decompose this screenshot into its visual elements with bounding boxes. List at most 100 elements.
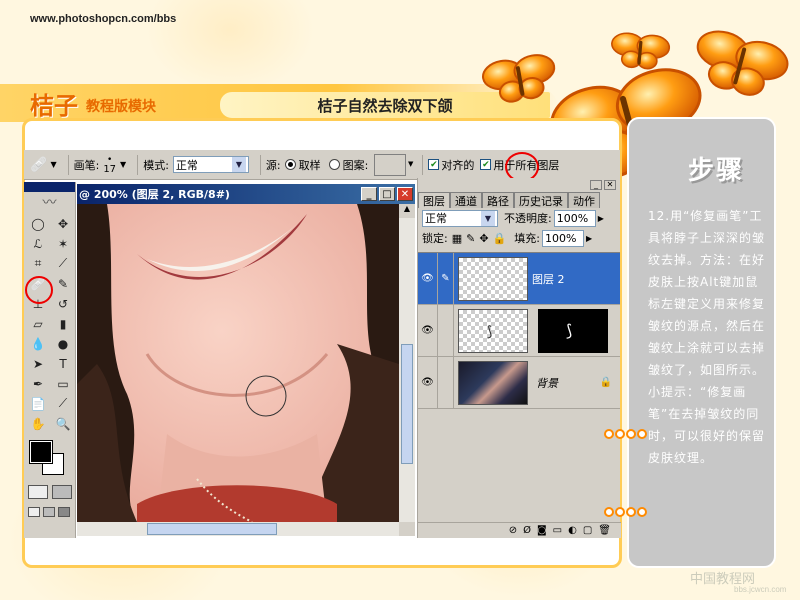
minimize-icon[interactable]: _ [361,187,377,201]
site-url[interactable]: www.photoshopcn.com/bbs [30,13,176,25]
zoom-tool-icon[interactable]: 🔍 [51,414,75,433]
maximize-icon[interactable]: □ [379,187,395,201]
delete-layer-icon[interactable]: 🗑 [598,525,611,536]
brush-link-icon[interactable]: ✎ [438,252,454,305]
layer-thumbnail: ⟆ [458,308,528,353]
blur-tool-icon[interactable]: 💧 [26,334,50,353]
sampled-radio[interactable] [284,159,296,170]
foreground-color-swatch[interactable] [29,440,53,464]
brush-label: 画笔: [73,158,100,172]
screen-mode-icon[interactable] [58,507,70,517]
document-titlebar[interactable]: @ 200% (图层 2, RGB/8#) _ □ ✕ [77,184,415,204]
pen-tool-icon[interactable]: ✒ [26,374,50,393]
source-control: 源: 取样 图案: ▼ [265,153,413,176]
path-select-tool-icon[interactable]: ➤ [26,354,50,373]
fill-label: 填充: [514,232,540,245]
scroll-thumb[interactable] [401,344,413,464]
source-label: 源: [265,158,281,172]
lock-all-icon[interactable]: 🔒 [493,232,507,245]
lock-fill-row: 锁定: ▦ ✎ ✥ 🔒 填充: 100% ▶ [418,228,620,248]
eyedropper-tool-icon[interactable]: ⟋ [51,394,75,413]
pattern-radio[interactable] [328,159,340,170]
brush-tool-icon[interactable]: ✎ [51,274,75,293]
brand-name: 桔子 [30,91,78,120]
standard-mode-icon[interactable] [28,485,48,499]
magic-wand-tool-icon[interactable]: ✶ [51,234,75,253]
type-tool-icon[interactable]: T [51,354,75,373]
divider [422,154,424,175]
blend-opacity-row: 正常 ▼ 不透明度: 100% ▶ [418,208,620,228]
layer-name[interactable]: 图层 2 [532,271,565,287]
slice-tool-icon[interactable]: ⟋ [51,254,75,273]
brush-picker[interactable]: 画笔: • 17 ▼ [74,155,127,175]
screen-mode-icon[interactable] [28,507,40,517]
vertical-scrollbar[interactable]: ▲ [399,204,415,522]
steps-heading: 步骤 [688,156,745,186]
fill-input[interactable]: 100% [541,229,584,247]
dodge-tool-icon[interactable]: ● [51,334,75,353]
blend-mode-select[interactable]: 正常 ▼ [422,209,498,227]
aligned-checkbox-row[interactable]: ✔ 对齐的 [428,157,474,173]
layer-row[interactable]: 👁 ✎ 图层 2 [418,252,620,305]
tab-layers[interactable]: 图层 [418,192,450,208]
mode-value: 正常 [175,158,198,172]
history-brush-tool-icon[interactable]: ↺ [51,294,75,313]
screen-mode-icon[interactable] [43,507,55,517]
opacity-input[interactable]: 100% [553,209,596,227]
hand-tool-icon[interactable]: ✋ [26,414,50,433]
tab-channels[interactable]: 通道 [450,192,482,208]
pattern-picker[interactable]: ▼ [374,153,413,176]
eye-icon[interactable]: 👁 [418,304,438,357]
image-canvas[interactable] [77,204,399,522]
layer-row[interactable]: 👁 ⟆ ⟆ [418,304,620,357]
slider-arrow-icon[interactable]: ▶ [586,234,592,243]
brand-subtitle: 教程版模块 [86,99,156,115]
layer-name[interactable]: 背景 [536,375,558,391]
scroll-thumb[interactable] [147,523,277,535]
notes-tool-icon[interactable]: 📄 [26,394,50,413]
layer-mask-thumbnail[interactable]: ⟆ [538,308,608,353]
eraser-tool-icon[interactable]: ▱ [26,314,50,333]
tab-actions[interactable]: 动作 [568,192,600,208]
watermark-url: bbs.jcwcn.com [734,585,787,594]
eye-icon[interactable]: 👁 [418,252,438,305]
add-mask-icon[interactable]: ◙ [537,525,547,536]
link-layers-icon[interactable]: ⊘ [509,525,517,536]
marquee-tool-icon[interactable]: ◯ [26,214,50,233]
all-layers-checkbox[interactable]: ✔ [480,159,492,170]
eye-icon[interactable]: 👁 [418,356,438,409]
close-icon[interactable]: ✕ [397,187,413,201]
step-description: 12.用“修复画笔”工具将脖子上深深的皱纹去掉。方法：在好皮肤上按Alt键加鼠标… [648,205,768,469]
quickmask-mode-icon[interactable] [52,485,72,499]
shape-tool-icon[interactable]: ▭ [51,374,75,393]
close-icon[interactable]: ✕ [604,180,616,190]
panel-tabs: 图层 通道 路径 历史记录 动作 [418,192,620,208]
toolbox-titlebar[interactable] [24,182,75,192]
layer-style-icon[interactable]: Ø [523,525,531,536]
lock-transparency-icon[interactable]: ▦ [452,232,462,245]
tab-history[interactable]: 历史记录 [514,192,568,208]
lasso-tool-icon[interactable]: ℒ [26,234,50,253]
tool-preset[interactable]: 🩹 ▼ [30,157,57,173]
aligned-checkbox[interactable]: ✔ [428,159,440,170]
minimize-icon[interactable]: _ [590,180,602,190]
document-title: @ 200% (图层 2, RGB/8#) [79,188,230,201]
mode-select[interactable]: 正常 ▼ [172,156,249,173]
scroll-up-icon[interactable]: ▲ [399,204,415,218]
layer-thumbnail [458,256,528,301]
new-set-icon[interactable]: ▭ [553,525,562,536]
sampled-label: 取样 [298,158,321,172]
document-window: @ 200% (图层 2, RGB/8#) _ □ ✕ ▲ [77,184,415,536]
crop-tool-icon[interactable]: ⌗ [26,254,50,273]
layer-row[interactable]: 👁 背景 🔒 [418,356,620,409]
lock-icon: 🔒 [599,377,612,388]
lock-paint-icon[interactable]: ✎ [466,232,475,245]
lock-move-icon[interactable]: ✥ [479,232,488,245]
adjustment-layer-icon[interactable]: ◐ [568,525,577,536]
horizontal-scrollbar[interactable] [77,522,399,536]
slider-arrow-icon[interactable]: ▶ [598,214,604,223]
new-layer-icon[interactable]: ▢ [583,525,592,536]
move-tool-icon[interactable]: ✥ [51,214,75,233]
gradient-tool-icon[interactable]: ▮ [51,314,75,333]
tab-paths[interactable]: 路径 [482,192,514,208]
